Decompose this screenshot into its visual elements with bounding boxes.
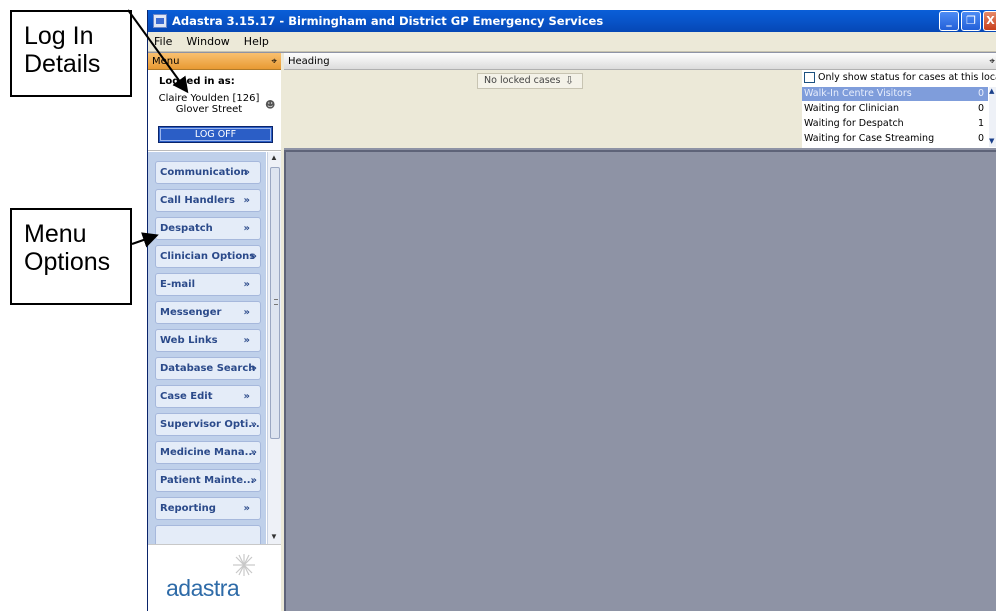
annotation-arrows xyxy=(127,9,189,248)
login-arrow xyxy=(127,9,189,94)
menu-arrow xyxy=(131,232,159,248)
